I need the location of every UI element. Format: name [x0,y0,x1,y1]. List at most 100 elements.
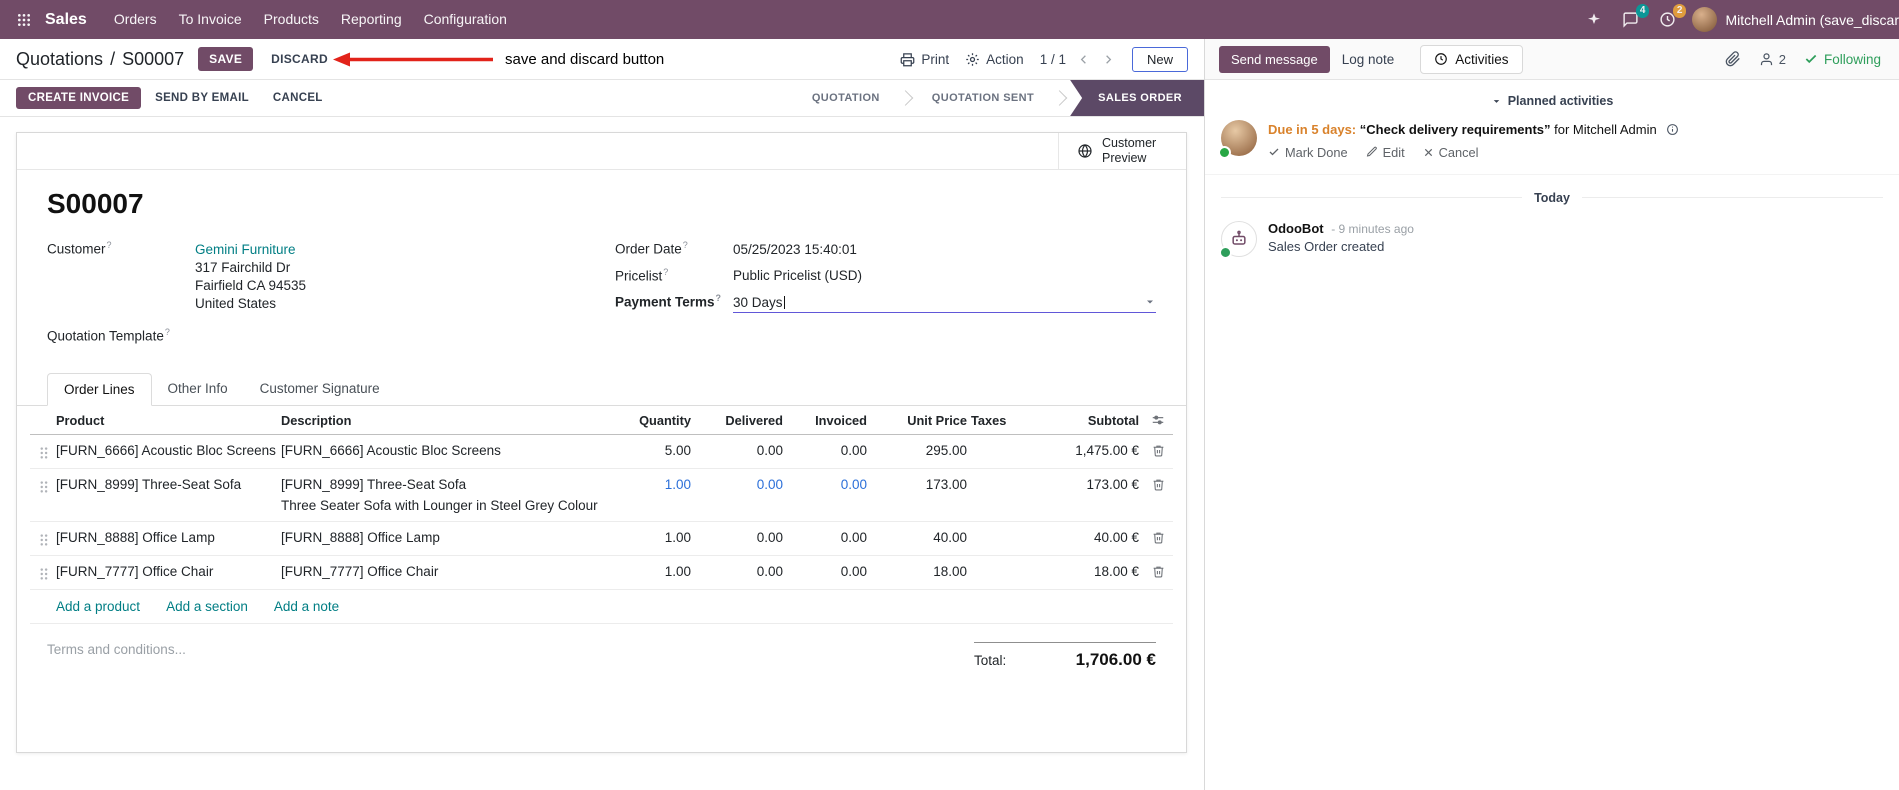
activities-tab[interactable]: Activities [1420,44,1523,74]
cell-quantity[interactable]: 1.00 [611,564,695,579]
cell-subtotal: 40.00 € [1093,530,1139,545]
create-invoice-button[interactable]: CREATE INVOICE [16,87,142,109]
cell-invoiced[interactable]: 0.00 [787,530,871,545]
messages-icon[interactable]: 4 [1622,4,1650,28]
cell-invoiced[interactable]: 0.00 [787,443,871,458]
today-divider: Today [1221,190,1884,205]
tab-other-info[interactable]: Other Info [152,373,244,406]
followers-button[interactable]: 2 [1759,52,1786,67]
cell-unit-price[interactable]: 40.00 [871,530,971,545]
planned-activities-toggle[interactable]: Planned activities [1205,86,1899,118]
following-button[interactable]: Following [1804,52,1885,67]
user-menu[interactable]: Mitchell Admin (save_discar [1692,7,1899,32]
cell-product[interactable]: [FURN_8888] Office Lamp [56,530,281,545]
send-message-button[interactable]: Send message [1219,45,1330,73]
edit-activity-button[interactable]: Edit [1366,145,1405,160]
delete-row-icon[interactable] [1143,477,1173,491]
cell-invoiced[interactable]: 0.00 [787,477,871,492]
message-author[interactable]: OdooBot [1268,221,1324,236]
today-label: Today [1534,190,1570,205]
discard-button[interactable]: DISCARD [261,47,338,71]
pricelist-value[interactable]: Public Pricelist (USD) [733,268,862,283]
following-label: Following [1823,51,1881,67]
menu-reporting[interactable]: Reporting [330,0,413,39]
add-note-link[interactable]: Add a note [274,599,339,614]
app-name[interactable]: Sales [45,11,87,29]
cell-unit-price[interactable]: 295.00 [871,443,971,458]
breadcrumb: Quotations / S00007 [16,49,184,70]
field-payment-terms: Payment Terms? 30 Days [615,293,1156,313]
cancel-button[interactable]: CANCEL [263,87,333,109]
order-lines-table: Product Description Quantity Delivered I… [30,406,1173,624]
menu-to-invoice[interactable]: To Invoice [168,0,253,39]
chatter-topbar: Send message Log note Activities 2 Follo… [1205,39,1899,80]
info-icon[interactable] [1666,123,1679,136]
cell-invoiced[interactable]: 0.00 [787,564,871,579]
delete-row-icon[interactable] [1143,530,1173,544]
cell-product[interactable]: [FURN_7777] Office Chair [56,564,281,579]
delete-row-icon[interactable] [1143,564,1173,578]
customer-link[interactable]: Gemini Furniture [195,242,306,257]
user-name: Mitchell Admin (save_discar [1725,11,1899,28]
col-unit-price: Unit Price [907,413,967,428]
table-header-row: Product Description Quantity Delivered I… [30,406,1173,435]
new-button[interactable]: New [1131,46,1188,72]
terms-and-conditions-field[interactable]: Terms and conditions... [47,642,186,752]
cell-quantity[interactable]: 1.00 [611,477,695,492]
menu-products[interactable]: Products [253,0,330,39]
payment-terms-label: Payment Terms? [615,293,722,310]
tab-order-lines[interactable]: Order Lines [47,373,152,406]
activities-clock-icon[interactable]: 2 [1659,4,1687,28]
cell-unit-price[interactable]: 173.00 [871,477,971,492]
cell-product[interactable]: [FURN_6666] Acoustic Bloc Screens [56,443,281,458]
pager-previous-icon[interactable] [1076,52,1091,67]
drag-handle-icon[interactable] [30,477,56,494]
breadcrumb-quotations[interactable]: Quotations [16,49,103,70]
dropdown-caret-icon[interactable] [1144,296,1156,308]
sheet-footer: Terms and conditions... Total: 1,706.00 … [17,624,1186,752]
drag-handle-icon[interactable] [30,564,56,581]
status-quotation-sent[interactable]: QUOTATION SENT [916,80,1050,116]
cell-quantity[interactable]: 5.00 [611,443,695,458]
cell-description[interactable]: [FURN_8999] Three-Seat Sofa Three Seater … [281,477,611,513]
add-section-link[interactable]: Add a section [166,599,248,614]
cell-delivered[interactable]: 0.00 [695,530,787,545]
action-button[interactable]: Action [965,52,1024,67]
status-bar: CREATE INVOICE SEND BY EMAIL CANCEL QUOT… [0,80,1204,117]
add-product-link[interactable]: Add a product [56,599,140,614]
pager-next-icon[interactable] [1101,52,1116,67]
attachments-button[interactable] [1725,51,1741,67]
save-button[interactable]: SAVE [198,47,254,71]
cell-delivered[interactable]: 0.00 [695,477,787,492]
mark-done-button[interactable]: Mark Done [1268,145,1348,160]
menu-orders[interactable]: Orders [103,0,168,39]
drag-handle-icon[interactable] [30,530,56,547]
printer-icon [900,52,915,67]
cancel-activity-button[interactable]: Cancel [1423,145,1479,160]
cell-description[interactable]: [FURN_8888] Office Lamp [281,530,611,545]
cancel-label: Cancel [1438,144,1479,160]
menu-configuration[interactable]: Configuration [413,0,518,39]
optional-columns-icon[interactable] [1143,413,1173,427]
drag-handle-icon[interactable] [30,443,56,460]
cell-quantity[interactable]: 1.00 [611,530,695,545]
status-sales-order[interactable]: SALES ORDER [1070,80,1204,116]
cell-unit-price[interactable]: 18.00 [871,564,971,579]
cell-delivered[interactable]: 0.00 [695,564,787,579]
status-quotation[interactable]: QUOTATION [796,80,896,116]
cell-product[interactable]: [FURN_8999] Three-Seat Sofa [56,477,281,492]
customer-preview-button[interactable]: Customer Preview [1058,133,1186,169]
log-note-button[interactable]: Log note [1342,52,1395,67]
customer-label: Customer? [47,240,112,257]
cell-description[interactable]: [FURN_6666] Acoustic Bloc Screens [281,443,611,458]
print-button[interactable]: Print [900,52,949,67]
sparkle-icon[interactable] [1586,12,1602,28]
cell-description[interactable]: [FURN_7777] Office Chair [281,564,611,579]
delete-row-icon[interactable] [1143,443,1173,457]
payment-terms-input[interactable]: 30 Days [733,295,1156,313]
send-by-email-button[interactable]: SEND BY EMAIL [145,87,259,109]
apps-grid-icon[interactable] [12,8,36,32]
order-date-value[interactable]: 05/25/2023 15:40:01 [733,242,857,257]
cell-delivered[interactable]: 0.00 [695,443,787,458]
tab-customer-signature[interactable]: Customer Signature [244,373,396,406]
